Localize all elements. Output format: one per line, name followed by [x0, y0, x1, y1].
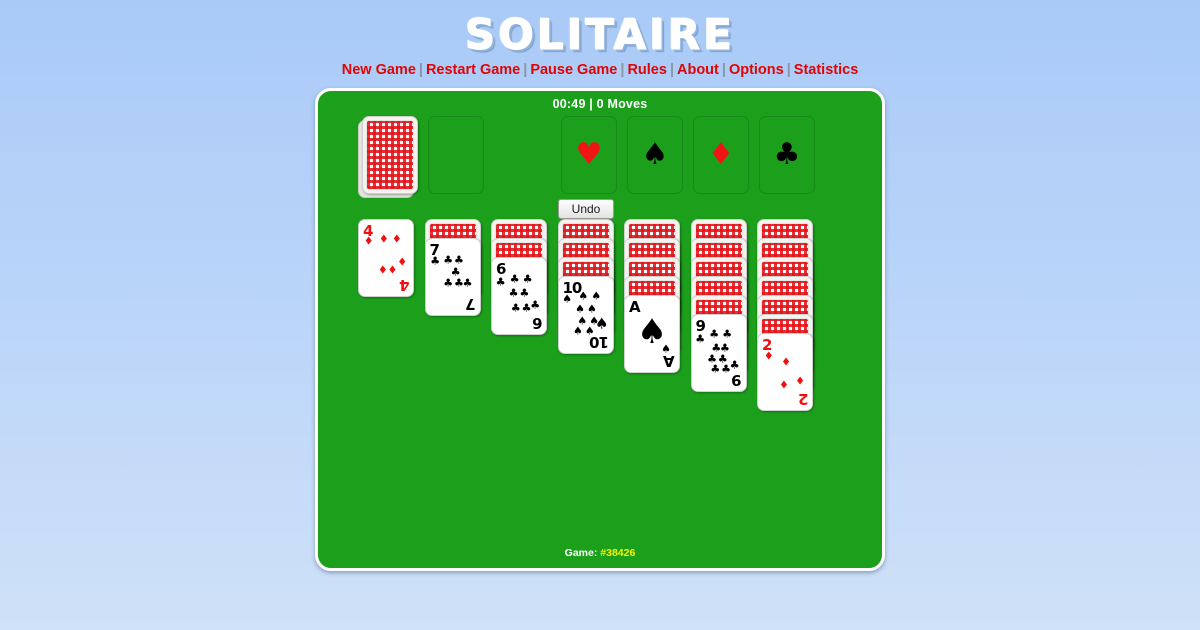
card-pip-spades: ♠ — [562, 292, 573, 306]
card-pip-clubs: ♣ — [695, 332, 706, 346]
game-id-label: Game: — [564, 546, 598, 559]
nav-new-game[interactable]: New Game — [342, 62, 416, 78]
foundation-spades[interactable]: ♠ — [627, 115, 683, 194]
card-pip-diamonds: ♦ — [377, 263, 388, 277]
diamonds-icon: ♦ — [707, 136, 735, 172]
undo-button[interactable]: Undo — [558, 198, 614, 219]
main-navigation: New Game | Restart Game | Pause Game | Rules | A… — [0, 63, 1200, 78]
card-pip-spades: ♠ — [587, 302, 597, 315]
card-pip-diamonds: ♦ — [781, 355, 792, 369]
card-pip-spades: ♠ — [575, 302, 586, 315]
card-6-of-clubs[interactable]: 6 6 ♣ ♣ ♣ ♣ ♣ ♣ ♣ ♣ — [491, 256, 547, 335]
nav-separator: | — [669, 62, 674, 79]
card-2-of-diamonds[interactable]: 2 2 ♦ ♦ ♦ ♦ — [757, 332, 813, 411]
foundation-diamonds[interactable]: ♦ — [693, 115, 749, 194]
card-pip-clubs: ♣ — [530, 298, 541, 312]
nav-options[interactable]: Options — [729, 62, 784, 78]
nav-separator: | — [721, 62, 726, 79]
card-pip-spades: ♠ — [594, 314, 609, 333]
card-4-of-diamonds[interactable]: 4 4 ♦ ♦ ♦ ♦ ♦ ♦ — [358, 218, 414, 297]
game-id-value: #38426 — [600, 546, 636, 559]
card-10-of-spades[interactable]: 10 10 ♠ ♠ ♠ ♠ ♠ ♠ ♠ ♠ ♠ ♠ — [557, 275, 614, 354]
nav-statistics[interactable]: Statistics — [794, 62, 858, 78]
card-corner-top: 9 — [695, 316, 706, 335]
card-pip-clubs: ♣ — [722, 327, 733, 341]
card-pip-clubs: ♣ — [430, 254, 441, 268]
card-pip-spades: ♠ — [573, 324, 583, 338]
nav-separator: | — [786, 62, 791, 79]
nav-separator: | — [620, 62, 625, 79]
game-table: 00:49 | 0 Moves ♥ ♠ ♦ ♣ Undo 4 4 ♦ ♦ ♦ ♦ ♦ ♦ 7 7 ♣ ♣ ♣ ♣… — [315, 87, 885, 571]
foundation-clubs[interactable]: ♣ — [759, 115, 815, 194]
solitaire-table-wrapper: 00:49 | 0 Moves ♥ ♠ ♦ ♣ Undo 4 4 ♦ ♦ ♦ ♦ ♦ ♦ 7 7 ♣ ♣ ♣ ♣… — [315, 87, 885, 571]
card-pip-diamonds: ♦ — [763, 349, 774, 363]
game-id-footer: Game: #38426 — [318, 547, 882, 559]
nav-about[interactable]: About — [677, 62, 719, 78]
card-corner-bottom: 7 — [466, 294, 476, 313]
waste-pile[interactable] — [428, 115, 484, 194]
nav-rules[interactable]: Rules — [627, 62, 667, 78]
hearts-icon: ♥ — [575, 136, 603, 172]
clubs-icon: ♣ — [773, 136, 801, 172]
card-pip-clubs: ♣ — [454, 253, 464, 267]
card-pip-clubs: ♣ — [443, 276, 454, 290]
card-pip-diamonds: ♦ — [363, 234, 374, 248]
card-corner-bottom: 4 — [399, 275, 409, 294]
card-pip-clubs: ♣ — [709, 327, 720, 341]
card-pip-spades: ♠ — [584, 324, 595, 338]
card-corner-top: 6 — [496, 259, 506, 278]
card-7-of-clubs[interactable]: 7 7 ♣ ♣ ♣ ♣ ♣ ♣ ♣ — [424, 237, 481, 316]
nav-restart-game[interactable]: Restart Game — [426, 62, 520, 78]
spades-icon: ♠ — [641, 136, 669, 172]
card-pip-clubs: ♣ — [729, 358, 740, 372]
card-back-pattern — [366, 119, 414, 190]
card-pip-clubs: ♣ — [510, 301, 521, 315]
card-pip-clubs: ♣ — [495, 275, 506, 289]
card-pip-diamonds: ♦ — [795, 374, 806, 388]
card-A-of-spades[interactable]: A A ♠ ♠ — [624, 294, 680, 373]
page-title: SOLITAIRE — [465, 10, 735, 59]
card-pip-diamonds: ♦ — [378, 232, 389, 246]
card-pip-clubs: ♣ — [522, 272, 533, 286]
card-corner-bottom: 9 — [732, 370, 742, 389]
card-pip-clubs: ♣ — [509, 272, 520, 286]
card-pip-spades: ♠ — [591, 289, 602, 303]
stock-pile[interactable] — [362, 115, 418, 194]
card-corner-bottom: 2 — [798, 389, 808, 408]
foundation-hearts[interactable]: ♥ — [561, 115, 617, 194]
status-bar: 00:49 | 0 Moves — [552, 96, 648, 111]
card-pip-clubs: ♣ — [519, 286, 530, 300]
card-9-of-clubs[interactable]: 9 9 ♣ ♣ ♣ ♣ ♣ ♣ ♣ ♣ ♣ ♣ — [690, 313, 747, 392]
card-pip-diamonds: ♦ — [391, 232, 402, 246]
card-corner-bottom: 6 — [532, 313, 542, 332]
card-pip-diamonds: ♦ — [778, 378, 789, 392]
card-pip-spades: ♠ — [578, 289, 589, 303]
card-pip-diamonds: ♦ — [387, 263, 398, 277]
card-pip-spades: ♠ — [661, 342, 671, 356]
card-pip-diamonds: ♦ — [397, 255, 408, 269]
nav-separator: | — [523, 62, 528, 79]
nav-pause-game[interactable]: Pause Game — [530, 62, 617, 78]
card-pip-clubs: ♣ — [462, 276, 473, 290]
page-header: SOLITAIRE New Game | Restart Game | Pause Ga… — [0, 0, 1200, 78]
card-pip-clubs: ♣ — [443, 253, 454, 267]
card-pip-clubs: ♣ — [508, 286, 519, 300]
card-pip-clubs: ♣ — [710, 362, 721, 376]
nav-separator: | — [418, 62, 423, 79]
